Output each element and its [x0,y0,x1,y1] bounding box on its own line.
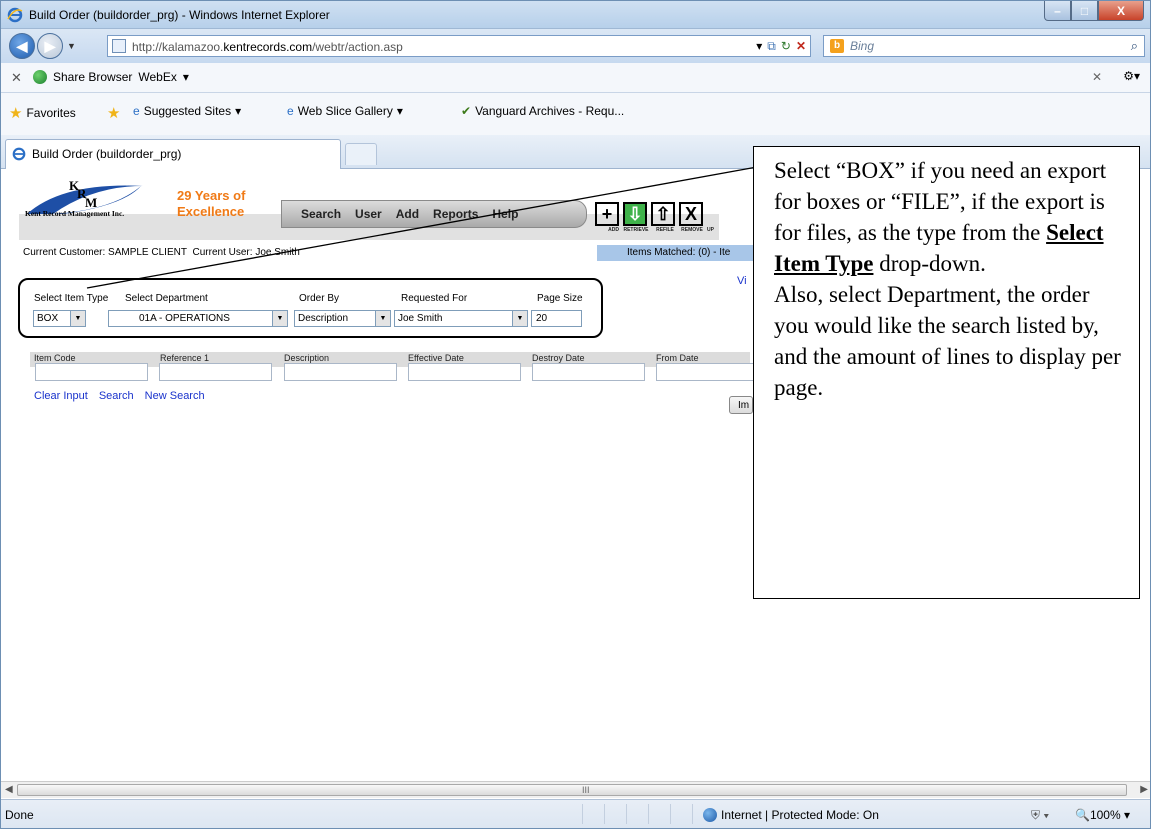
browser-window: Build Order (buildorder_prg) - Windows I… [0,0,1151,829]
instruction-callout: Select “BOX” if you need an export for b… [753,146,1140,599]
